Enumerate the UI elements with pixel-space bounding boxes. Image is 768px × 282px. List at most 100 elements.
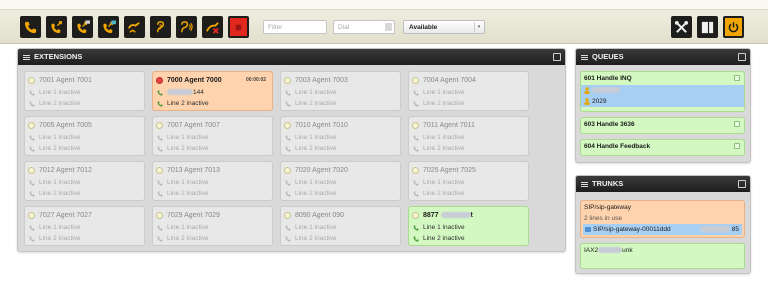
line-icon: [29, 135, 35, 141]
line-icon: [29, 90, 35, 96]
line-icon: [157, 90, 163, 96]
record-stop-icon[interactable]: [228, 16, 249, 38]
extension-card[interactable]: 7011 Agent 7011 Line 1 inactive Line 2 ina…: [408, 116, 529, 156]
menu-icon[interactable]: [23, 55, 30, 60]
line2-status: Line 2 inactive: [295, 190, 337, 197]
queue-member-name: 2029: [592, 98, 607, 105]
extension-card[interactable]: 7003 Agent 7003 Line 1 inactive Line 2 ina…: [280, 71, 401, 111]
extension-card[interactable]: 7012 Agent 7012 Line 1 inactive Line 2 ina…: [24, 161, 145, 201]
extension-title: 7012 Agent 7012: [39, 167, 92, 174]
extension-card[interactable]: 7027 Agent 7027 Line 1 inactive Line 2 ina…: [24, 206, 145, 246]
extensions-panel: EXTENSIONS 7001 Agent 7001 Line 1 inactiv…: [17, 48, 566, 252]
queue-name: 604 Handle Feedback: [584, 143, 651, 150]
phone-redirect-icon[interactable]: [124, 16, 145, 38]
extension-header: 7012 Agent 7012: [28, 166, 141, 177]
extension-card[interactable]: 7001 Agent 7001 Line 1 inactive Line 2 ina…: [24, 71, 145, 111]
queue-name: 601 Handle INQ: [584, 75, 632, 82]
maximize-icon[interactable]: [738, 53, 746, 61]
filter-input[interactable]: Filter: [263, 20, 327, 34]
queue-member-name-redacted: [592, 87, 620, 93]
line-icon: [285, 180, 291, 186]
extension-card[interactable]: 7020 Agent 7020 Line 1 inactive Line 2 ina…: [280, 161, 401, 201]
line-icon: [157, 101, 163, 107]
extension-title: 7005 Agent 7005: [39, 122, 92, 129]
status-select[interactable]: Available ▾: [403, 20, 485, 34]
phone-listen-icon[interactable]: [150, 16, 171, 38]
settings-tools-icon[interactable]: [671, 16, 692, 38]
queue-member: [581, 85, 744, 96]
line2-status: Line 2 inactive: [295, 235, 337, 242]
collapse-icon[interactable]: [734, 143, 740, 149]
extension-line-1: Line 1 inactive: [284, 132, 397, 143]
maximize-icon[interactable]: [738, 180, 746, 188]
status-icon: [156, 77, 163, 84]
status-icon: [284, 77, 291, 84]
extension-card[interactable]: 7004 Agent 7004 Line 1 inactive Line 2 ina…: [408, 71, 529, 111]
line-icon: [285, 191, 291, 197]
extension-line-2: Line 2 inactive: [28, 233, 141, 244]
line2-status: Line 2 inactive: [39, 100, 81, 107]
collapse-icon[interactable]: [734, 75, 740, 81]
line2-status: Line 2 inactive: [39, 145, 81, 152]
extension-card[interactable]: 7005 Agent 7005 Line 1 inactive Line 2 ina…: [24, 116, 145, 156]
line-icon: [413, 135, 419, 141]
trunk-card[interactable]: SIP/sip-gateway 2 lines in use SIP/sip-g…: [580, 200, 745, 238]
phone-hold-icon[interactable]: [72, 16, 93, 38]
extension-line-2: Line 2 inactive: [412, 98, 525, 109]
extension-card[interactable]: 7000 Agent 7000 00:00:02 144 Line 2 inactiv…: [152, 71, 273, 111]
line-icon: [285, 146, 291, 152]
status-icon: [28, 77, 35, 84]
line-icon: [157, 180, 163, 186]
line1-status: Line 1 inactive: [39, 179, 81, 186]
menu-icon[interactable]: [581, 55, 588, 60]
extension-card[interactable]: 7010 Agent 7010 Line 1 inactive Line 2 ina…: [280, 116, 401, 156]
queue-card[interactable]: 601 Handle INQ 2029: [580, 71, 745, 112]
line2-status: Line 2 inactive: [167, 145, 209, 152]
chevron-down-icon: ▾: [474, 22, 483, 32]
layout-icon[interactable]: [697, 16, 718, 38]
line2-status: Line 2 inactive: [167, 235, 209, 242]
status-icon: [412, 167, 419, 174]
keypad-icon[interactable]: [385, 23, 392, 31]
extension-title: 7029 Agent 7029: [167, 212, 220, 219]
line-icon: [157, 146, 163, 152]
extension-card[interactable]: 7013 Agent 7013 Line 1 inactive Line 2 ina…: [152, 161, 273, 201]
status-icon: [284, 122, 291, 129]
phone-whisper-icon[interactable]: [176, 16, 197, 38]
line-icon: [285, 135, 291, 141]
extension-card[interactable]: 7007 Agent 7007 Line 1 inactive Line 2 ina…: [152, 116, 273, 156]
extension-card[interactable]: 8090 Agent 090 Line 1 inactive Line 2 inac…: [280, 206, 401, 246]
dial-input[interactable]: Dial: [333, 20, 395, 34]
phone-transfer-icon[interactable]: [98, 16, 119, 38]
redacted-text: [440, 212, 471, 218]
extension-card[interactable]: 7029 Agent 7029 Line 1 inactive Line 2 ina…: [152, 206, 273, 246]
extension-line-1: Line 1 inactive: [284, 87, 397, 98]
line1-status: Line 1 inactive: [39, 89, 81, 96]
extension-title: 7001 Agent 7001: [39, 77, 92, 84]
power-icon[interactable]: [723, 16, 744, 38]
line1-status: Line 1 inactive: [423, 224, 465, 231]
status-icon: [156, 167, 163, 174]
queue-name: 603 Handle 3636: [584, 121, 635, 128]
extension-header: 7003 Agent 7003: [284, 76, 397, 87]
extension-title: 7004 Agent 7004: [423, 77, 476, 84]
line-icon: [29, 236, 35, 242]
phone-forward-icon[interactable]: [46, 16, 67, 38]
queue-card[interactable]: 603 Handle 3636: [580, 117, 745, 134]
extension-card[interactable]: 7025 Agent 7025 Line 1 inactive Line 2 ina…: [408, 161, 529, 201]
top-toolbar: Filter Dial Available ▾: [0, 0, 768, 44]
extension-header: 8090 Agent 090: [284, 211, 397, 222]
phone-hangup-icon[interactable]: [202, 16, 223, 38]
line2-status: Line 2 inactive: [423, 190, 465, 197]
extension-card[interactable]: 8877 t Line 1 inactive Line 2 inactive: [408, 206, 529, 246]
maximize-icon[interactable]: [553, 53, 561, 61]
queue-card[interactable]: 604 Handle Feedback: [580, 139, 745, 156]
queues-panel-header: QUEUES: [576, 49, 750, 65]
phone-icon[interactable]: [20, 16, 41, 38]
extension-header: 7013 Agent 7013: [156, 166, 269, 177]
trunk-card[interactable]: IAX2 unk: [580, 243, 745, 269]
collapse-icon[interactable]: [734, 121, 740, 127]
extension-line-1: Line 1 inactive: [156, 132, 269, 143]
line1-status: Line 1 inactive: [423, 89, 465, 96]
menu-icon[interactable]: [581, 182, 588, 187]
